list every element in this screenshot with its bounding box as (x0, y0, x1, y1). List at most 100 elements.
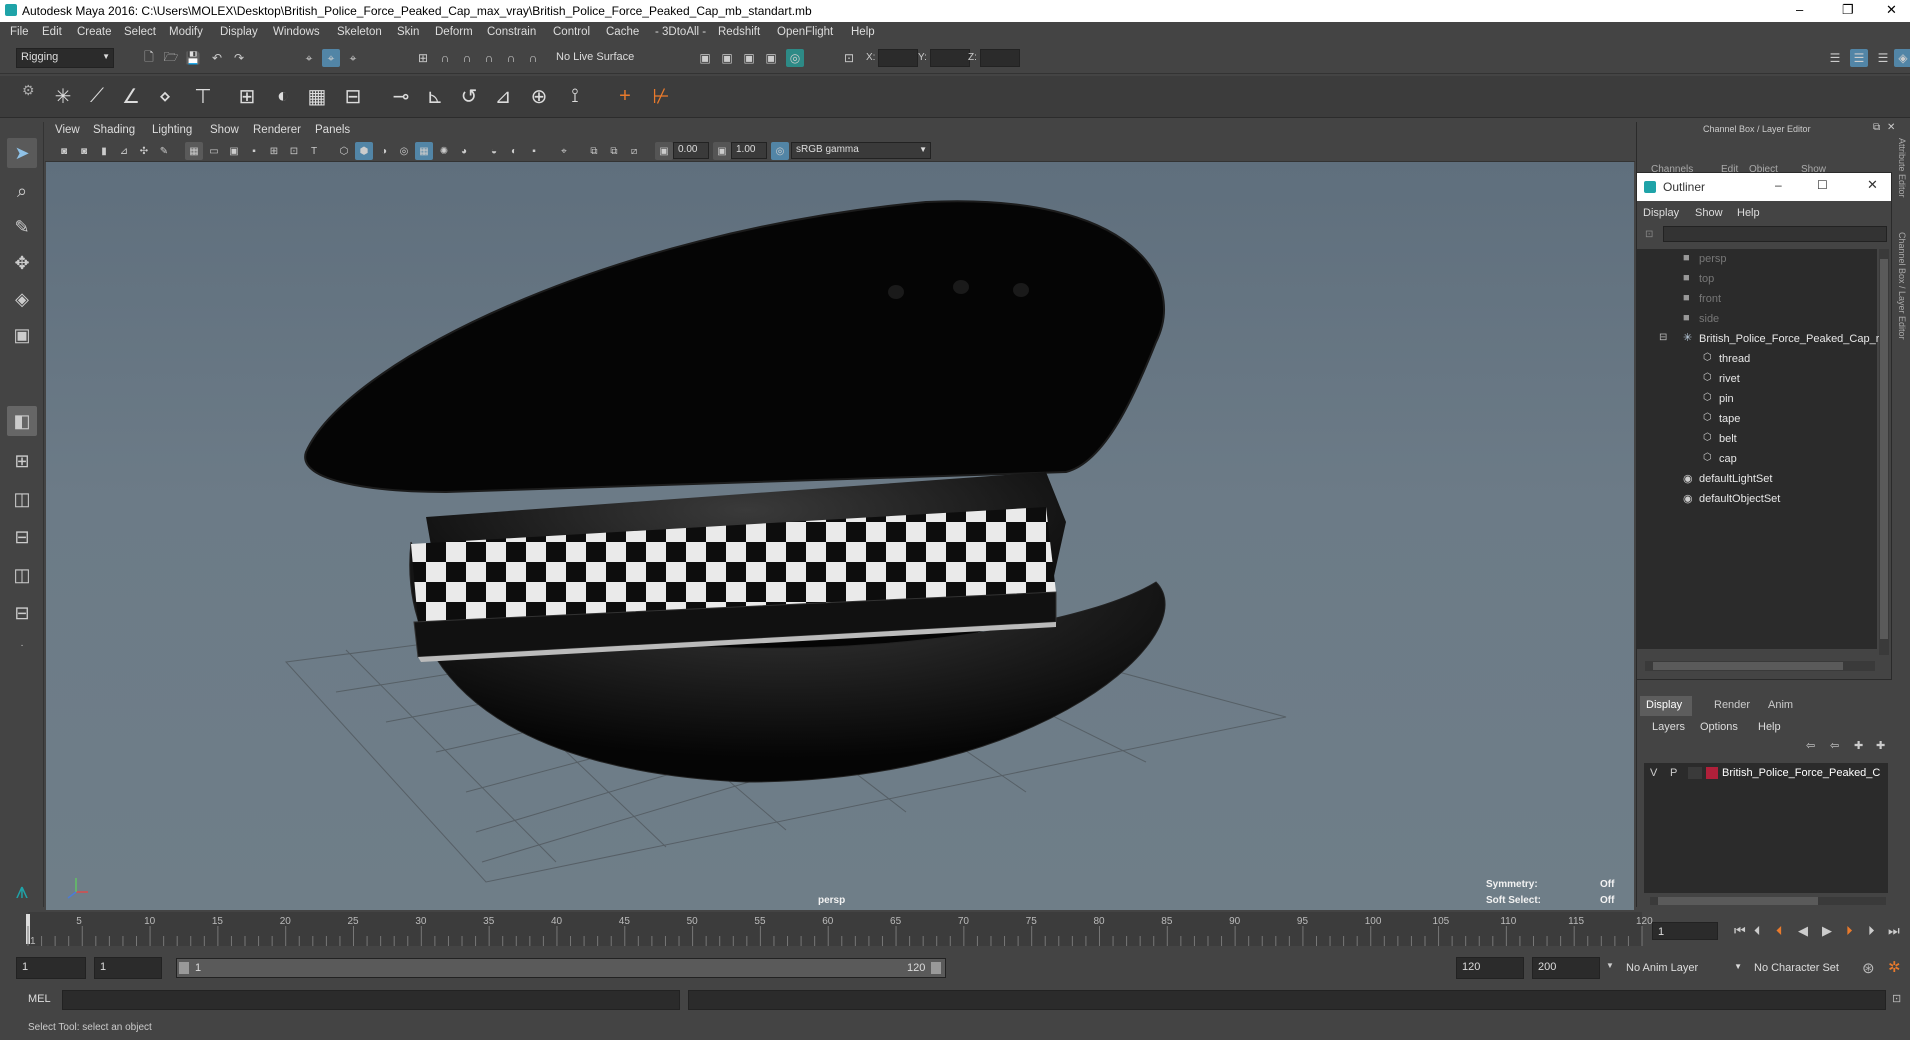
pole-vector-icon[interactable]: ⟟ (560, 80, 590, 112)
mel-label[interactable]: MEL (28, 993, 51, 1005)
select-tool-icon[interactable]: ➤ (7, 138, 37, 168)
menu-openflight[interactable]: OpenFlight (777, 26, 833, 38)
bookmark-icon[interactable]: ▮ (95, 142, 113, 160)
move-layer-down-icon[interactable]: ⇦ (1830, 739, 1839, 752)
animation-end-field[interactable]: 200 (1532, 957, 1600, 979)
ipr-render-icon[interactable]: ▣ (740, 49, 758, 67)
current-frame-field[interactable]: 1 (1652, 922, 1718, 940)
snap-grid-icon[interactable]: ⊞ (414, 49, 432, 67)
menu-cache[interactable]: Cache (606, 26, 639, 38)
rotate-tool-icon[interactable]: ◈ (7, 284, 37, 314)
gate-mask-icon[interactable]: ▪ (245, 142, 263, 160)
layout-graph-icon[interactable]: ◫ (7, 560, 37, 590)
film-gate-icon[interactable]: ▭ (205, 142, 223, 160)
range-slider[interactable]: 1 120 (176, 958, 946, 978)
minimize-button[interactable]: – (1796, 2, 1803, 17)
safe-action-icon[interactable]: ⊡ (285, 142, 303, 160)
anim-layer-dropdown[interactable]: No Anim Layer ▼ (1620, 957, 1744, 979)
list-item[interactable]: ◉ defaultObjectSet (1637, 491, 1877, 509)
layer-playback-toggle[interactable]: P (1670, 767, 1677, 779)
layout-hypershade-icon[interactable]: ⊟ (7, 598, 37, 628)
insert-joint-icon[interactable]: ⋄ (150, 80, 180, 112)
locator-icon[interactable]: + (610, 80, 640, 112)
vp-menu-renderer[interactable]: Renderer (253, 124, 301, 136)
modeling-toolkit-icon[interactable]: ◈ (1894, 49, 1910, 67)
ik-spline-icon[interactable]: ∠ (116, 80, 146, 112)
resolution-gate-icon[interactable]: ▣ (225, 142, 243, 160)
play-forward-icon[interactable]: ▶ (1822, 923, 1832, 939)
parent-constraint-icon[interactable]: ⊸ (386, 80, 416, 112)
render-view-icon[interactable]: ▣ (696, 49, 714, 67)
step-back-frame-icon[interactable]: ⏴ (1754, 923, 1761, 939)
command-input[interactable] (62, 990, 680, 1010)
camera-select-icon[interactable]: ◙ (55, 142, 73, 160)
options-menu[interactable]: Options (1700, 721, 1738, 733)
list-item[interactable]: ■ side (1637, 311, 1877, 329)
menu-help[interactable]: Help (851, 26, 875, 38)
select-component-icon[interactable]: ⌖ (344, 49, 362, 67)
list-item[interactable]: ⬡ rivet (1637, 371, 1877, 389)
orient-constraint-icon[interactable]: ↺ (454, 80, 484, 112)
live-surface-label[interactable]: No Live Surface (556, 51, 634, 63)
image-plane-icon[interactable]: ⊿ (115, 142, 133, 160)
vp-menu-show[interactable]: Show (210, 124, 239, 136)
list-item[interactable]: ■ persp (1637, 251, 1877, 269)
menu-skin[interactable]: Skin (397, 26, 419, 38)
menu-edit[interactable]: Edit (42, 26, 62, 38)
move-layer-up-icon[interactable]: ⇦ (1806, 739, 1815, 752)
mode-dropdown[interactable]: Rigging ▼ (16, 48, 114, 68)
time-slider[interactable]: 1 5 10 15 20 25 30 35 40 45 50 55 60 65 70 75 80 85 90 95 10… (0, 912, 1910, 946)
new-scene-icon[interactable]: 🗋 (140, 49, 158, 67)
play-back-icon[interactable]: ◀ (1798, 923, 1808, 939)
z-field[interactable] (980, 49, 1020, 67)
isolate-select-icon[interactable]: ⌖ (555, 142, 573, 160)
x-field[interactable] (878, 49, 918, 67)
list-item[interactable]: ⬡ pin (1637, 391, 1877, 409)
gamma-field[interactable]: 1.00 (731, 142, 767, 159)
use-all-lights-icon[interactable]: ✺ (435, 142, 453, 160)
scale-tool-icon[interactable]: ▣ (7, 320, 37, 350)
layer-type-toggle[interactable] (1688, 767, 1702, 779)
smooth-shade-icon[interactable]: ⬢ (355, 142, 373, 160)
cluster-handle-icon[interactable]: ⊬ (646, 80, 676, 112)
xray-joints-icon[interactable]: ⧉ (605, 142, 623, 160)
paint-select-icon[interactable]: ✎ (7, 212, 37, 242)
snap-point-icon[interactable]: ∩ (458, 49, 476, 67)
mirror-joint-icon[interactable]: ⊤ (188, 80, 218, 112)
new-layer-selected-icon[interactable]: ✚ (1876, 739, 1885, 752)
save-scene-icon[interactable]: 💾 (184, 49, 202, 67)
layer-visibility-toggle[interactable]: V (1650, 767, 1657, 779)
xray-icon[interactable]: ⧉ (585, 142, 603, 160)
anim-layers-tab[interactable]: Anim (1768, 699, 1793, 711)
anti-aliasing-icon[interactable]: ▪ (525, 142, 543, 160)
select-hierarchy-icon[interactable]: ⌖ (300, 49, 318, 67)
field-chart-icon[interactable]: ⊞ (265, 142, 283, 160)
safe-title-icon[interactable]: T (305, 142, 323, 160)
channel-box-toggle-icon[interactable]: ☰ (1874, 49, 1892, 67)
menu-3dtoall[interactable]: - 3DtoAll - (655, 26, 706, 38)
motion-blur-icon[interactable]: ◐ (505, 142, 523, 160)
menu-select[interactable]: Select (124, 26, 156, 38)
grid-toggle-icon[interactable]: ▦ (185, 142, 203, 160)
vp-menu-view[interactable]: View (55, 124, 80, 136)
auto-key-icon[interactable]: ⊛ (1862, 959, 1875, 977)
undo-icon[interactable]: ↶ (208, 49, 226, 67)
four-view-icon[interactable]: ⊞ (7, 446, 37, 476)
two-d-pan-icon[interactable]: ✣ (135, 142, 153, 160)
range-slider-end-handle[interactable] (931, 962, 941, 974)
y-field[interactable] (930, 49, 970, 67)
outliner-maximize-icon[interactable]: ☐ (1817, 178, 1828, 192)
close-panel-icon[interactable]: ✕ (1887, 122, 1895, 133)
help-menu[interactable]: Help (1758, 721, 1781, 733)
color-management-icon[interactable]: ◎ (771, 142, 789, 160)
list-item[interactable]: ■ top (1637, 271, 1877, 289)
hypershade-icon[interactable]: ◎ (786, 49, 804, 67)
cluster-icon[interactable]: ⊟ (338, 80, 368, 112)
select-object-icon[interactable]: ⌖ (322, 49, 340, 67)
vp-menu-panels[interactable]: Panels (315, 124, 350, 136)
attribute-editor-toggle-icon[interactable]: ☰ (1826, 49, 1844, 67)
outliner-search-input[interactable] (1663, 226, 1887, 242)
more-layouts-icon[interactable]: · (7, 630, 37, 660)
layers-menu[interactable]: Layers (1652, 721, 1685, 733)
render-layers-tab[interactable]: Render (1714, 699, 1750, 711)
